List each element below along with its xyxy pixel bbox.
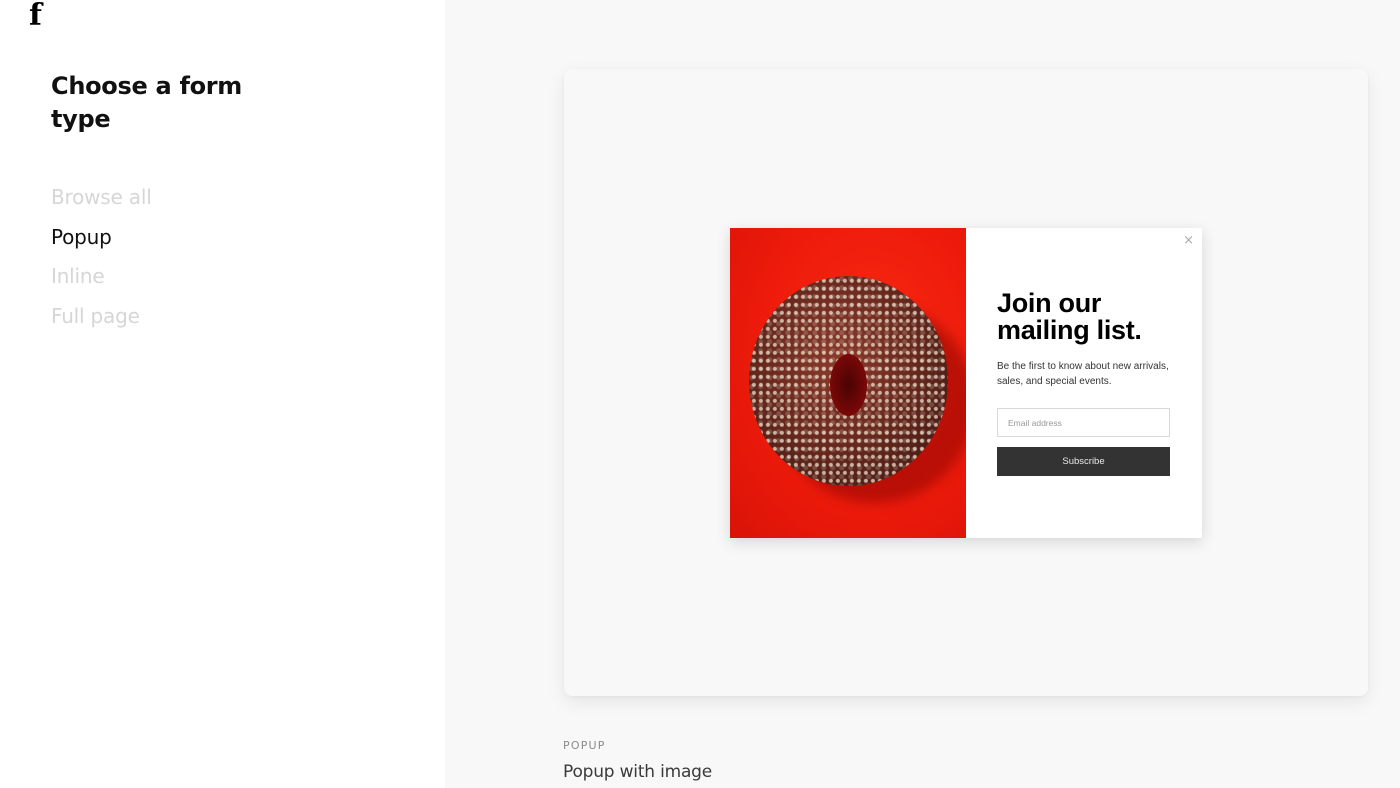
main-panel: × Join our mailing list. Be the first to… <box>445 0 1400 788</box>
template-category: POPUP <box>563 739 606 752</box>
donut-image <box>730 228 966 538</box>
popup-content: × Join our mailing list. Be the first to… <box>966 228 1202 538</box>
template-preview-card[interactable]: × Join our mailing list. Be the first to… <box>564 69 1368 696</box>
close-icon[interactable]: × <box>1183 233 1194 248</box>
brand-logo[interactable]: f <box>29 0 49 32</box>
subscribe-button[interactable]: Subscribe <box>997 447 1170 476</box>
sidebar: f Choose a form type Browse all Popup In… <box>0 0 445 788</box>
nav-item-popup[interactable]: Popup <box>51 218 152 258</box>
popup-subtext: Be the first to know about new arrivals,… <box>997 361 1169 387</box>
page-title: Choose a form type <box>51 72 243 133</box>
nav-item-browse-all[interactable]: Browse all <box>51 178 152 218</box>
popup-preview: × Join our mailing list. Be the first to… <box>730 228 1202 538</box>
template-name[interactable]: Popup with image <box>563 762 712 782</box>
nav-item-inline[interactable]: Inline <box>51 257 152 297</box>
donut-hole <box>830 354 867 416</box>
email-field[interactable] <box>997 408 1170 437</box>
popup-heading: Join our mailing list. <box>997 288 1142 345</box>
nav-item-full-page[interactable]: Full page <box>51 297 152 337</box>
form-type-nav: Browse all Popup Inline Full page <box>51 178 152 336</box>
logo-glyph: f <box>29 0 42 33</box>
